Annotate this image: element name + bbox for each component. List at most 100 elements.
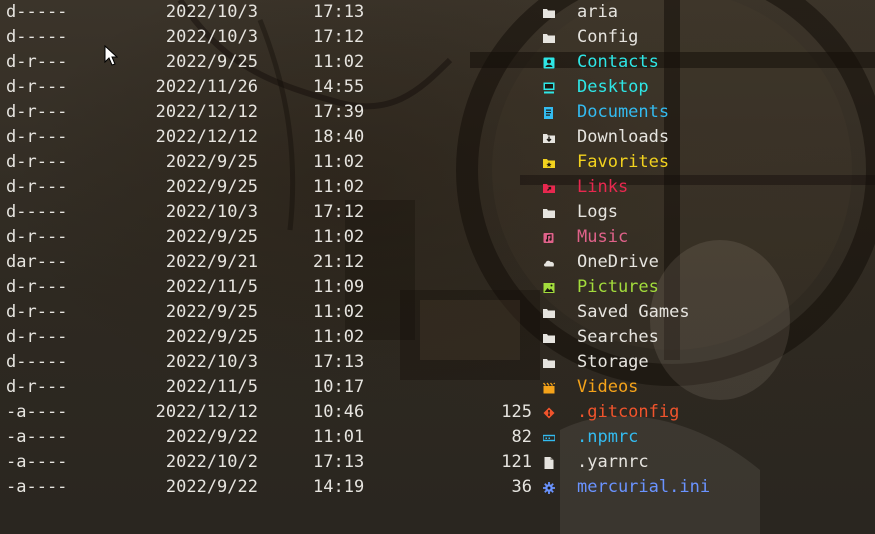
time-cell: 11:02 bbox=[313, 327, 365, 347]
mode-cell: d-r--- bbox=[6, 52, 68, 72]
item-name: Searches bbox=[577, 327, 659, 347]
item-name: Desktop bbox=[577, 77, 649, 97]
mode-cell: d-r--- bbox=[6, 77, 68, 97]
cloud-icon bbox=[542, 250, 556, 275]
mode-cell: d----- bbox=[6, 352, 68, 372]
listing-row: d-r--- 2022/11/5 10:17 Videos bbox=[0, 375, 875, 400]
mode-cell: d-r--- bbox=[6, 127, 68, 147]
listing-row: d-r--- 2022/11/5 11:09 Pictures bbox=[0, 275, 875, 300]
date-cell: 2022/11/5 bbox=[165, 377, 258, 397]
date-cell: 2022/9/22 bbox=[165, 427, 258, 447]
date-cell: 2022/9/25 bbox=[165, 177, 258, 197]
folder-icon bbox=[542, 325, 556, 350]
date-cell: 2022/9/21 bbox=[165, 252, 258, 272]
listing-row: -a---- 2022/9/22 14:19 36 mercurial.ini bbox=[0, 475, 875, 500]
mode-cell: d-r--- bbox=[6, 277, 68, 297]
mode-cell: d-r--- bbox=[6, 327, 68, 347]
time-cell: 17:39 bbox=[313, 102, 365, 122]
listing-row: d-r--- 2022/12/12 17:39 Documents bbox=[0, 100, 875, 125]
item-name: Contacts bbox=[577, 52, 659, 72]
directory-listing: d----- 2022/10/3 17:13 aria d----- 2022/10/3 1… bbox=[0, 0, 875, 500]
time-cell: 10:46 bbox=[313, 402, 365, 422]
item-name: Videos bbox=[577, 377, 639, 397]
folder-icon bbox=[542, 25, 556, 50]
item-name: Config bbox=[577, 27, 639, 47]
item-name: Links bbox=[577, 177, 629, 197]
mode-cell: dar--- bbox=[6, 252, 68, 272]
npm-icon bbox=[542, 425, 556, 450]
length-cell: 125 bbox=[501, 402, 532, 422]
time-cell: 11:02 bbox=[313, 227, 365, 247]
listing-row: d-r--- 2022/9/25 11:02 Links bbox=[0, 175, 875, 200]
mode-cell: -a---- bbox=[6, 402, 68, 422]
date-cell: 2022/12/12 bbox=[155, 127, 258, 147]
folder-icon bbox=[542, 350, 556, 375]
listing-row: d-r--- 2022/9/25 11:02 Favorites bbox=[0, 150, 875, 175]
date-cell: 2022/9/22 bbox=[165, 477, 258, 497]
time-cell: 11:02 bbox=[313, 52, 365, 72]
date-cell: 2022/10/2 bbox=[165, 452, 258, 472]
time-cell: 14:55 bbox=[313, 77, 365, 97]
date-cell: 2022/10/3 bbox=[165, 202, 258, 222]
gear-icon bbox=[542, 475, 556, 500]
listing-row: d-r--- 2022/9/25 11:02 Searches bbox=[0, 325, 875, 350]
listing-row: d----- 2022/10/3 17:12 Logs bbox=[0, 200, 875, 225]
item-name: aria bbox=[577, 2, 618, 22]
time-cell: 17:12 bbox=[313, 27, 365, 47]
download-icon bbox=[542, 125, 556, 150]
listing-row: -a---- 2022/10/2 17:13 121 .yarnrc bbox=[0, 450, 875, 475]
git-icon bbox=[542, 400, 556, 425]
time-cell: 11:02 bbox=[313, 152, 365, 172]
listing-row: dar--- 2022/9/21 21:12 OneDrive bbox=[0, 250, 875, 275]
listing-row: d-r--- 2022/9/25 11:02 Contacts bbox=[0, 50, 875, 75]
item-name: Logs bbox=[577, 202, 618, 222]
mode-cell: d----- bbox=[6, 27, 68, 47]
listing-row: d-r--- 2022/12/12 18:40 Downloads bbox=[0, 125, 875, 150]
star-folder-icon bbox=[542, 150, 556, 175]
time-cell: 17:13 bbox=[313, 2, 365, 22]
mode-cell: d-r--- bbox=[6, 177, 68, 197]
video-icon bbox=[542, 375, 556, 400]
terminal-window[interactable]: d----- 2022/10/3 17:13 aria d----- 2022/10/3 1… bbox=[0, 0, 875, 534]
date-cell: 2022/10/3 bbox=[165, 2, 258, 22]
item-name: Downloads bbox=[577, 127, 670, 147]
mode-cell: d----- bbox=[6, 2, 68, 22]
item-name: Documents bbox=[577, 102, 670, 122]
length-cell: 121 bbox=[501, 452, 532, 472]
listing-row: d----- 2022/10/3 17:13 aria bbox=[0, 0, 875, 25]
item-name: OneDrive bbox=[577, 252, 659, 272]
time-cell: 18:40 bbox=[313, 127, 365, 147]
date-cell: 2022/10/3 bbox=[165, 27, 258, 47]
time-cell: 11:02 bbox=[313, 177, 365, 197]
desktop-icon bbox=[542, 75, 556, 100]
mode-cell: -a---- bbox=[6, 427, 68, 447]
listing-row: d-r--- 2022/11/26 14:55 Desktop bbox=[0, 75, 875, 100]
item-name: .gitconfig bbox=[577, 402, 680, 422]
date-cell: 2022/9/25 bbox=[165, 152, 258, 172]
item-name: Saved Games bbox=[577, 302, 690, 322]
date-cell: 2022/9/25 bbox=[165, 52, 258, 72]
mode-cell: d-r--- bbox=[6, 302, 68, 322]
item-name: Favorites bbox=[577, 152, 670, 172]
time-cell: 11:02 bbox=[313, 302, 365, 322]
mode-cell: d-r--- bbox=[6, 377, 68, 397]
time-cell: 14:19 bbox=[313, 477, 365, 497]
mode-cell: -a---- bbox=[6, 477, 68, 497]
mode-cell: d-r--- bbox=[6, 102, 68, 122]
date-cell: 2022/12/12 bbox=[155, 402, 258, 422]
listing-row: d----- 2022/10/3 17:12 Config bbox=[0, 25, 875, 50]
date-cell: 2022/10/3 bbox=[165, 352, 258, 372]
date-cell: 2022/9/25 bbox=[165, 302, 258, 322]
link-icon bbox=[542, 175, 556, 200]
item-name: Music bbox=[577, 227, 629, 247]
item-name: mercurial.ini bbox=[577, 477, 711, 497]
listing-row: -a---- 2022/9/22 11:01 82 .npmrc bbox=[0, 425, 875, 450]
length-cell: 82 bbox=[511, 427, 532, 447]
listing-row: d-r--- 2022/9/25 11:02 Music bbox=[0, 225, 875, 250]
time-cell: 21:12 bbox=[313, 252, 365, 272]
mouse-pointer-icon bbox=[104, 45, 118, 66]
time-cell: 11:09 bbox=[313, 277, 365, 297]
item-name: .yarnrc bbox=[577, 452, 649, 472]
listing-row: -a---- 2022/12/12 10:46 125 .gitconfig bbox=[0, 400, 875, 425]
time-cell: 17:13 bbox=[313, 452, 365, 472]
